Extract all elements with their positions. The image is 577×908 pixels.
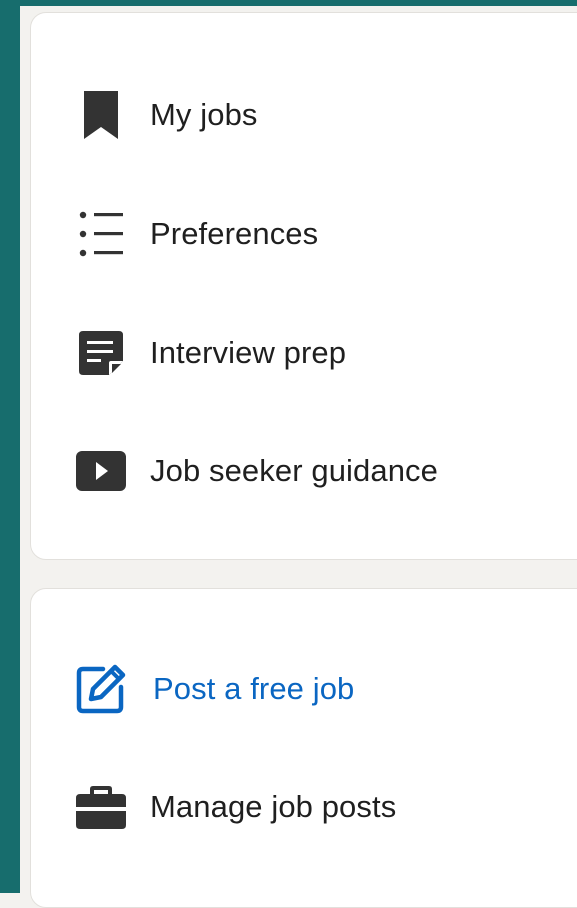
nav-item-preferences[interactable]: Preferences [31, 204, 571, 264]
video-play-icon [73, 443, 129, 499]
job-posting-card: Post a free job Manage job posts [30, 588, 577, 908]
note-icon [73, 325, 129, 381]
nav-item-post-free-job[interactable]: Post a free job [31, 659, 571, 719]
nav-item-job-seeker-guidance[interactable]: Job seeker guidance [31, 441, 571, 501]
edit-icon [73, 661, 129, 717]
bookmark-icon [73, 87, 129, 143]
nav-item-label: Manage job posts [150, 789, 397, 824]
background-strip [0, 0, 20, 893]
nav-item-my-jobs[interactable]: My jobs [31, 85, 571, 145]
nav-item-label: Job seeker guidance [150, 453, 438, 488]
briefcase-icon [73, 779, 129, 835]
nav-item-label: Interview prep [150, 335, 347, 370]
nav-item-manage-job-posts[interactable]: Manage job posts [31, 777, 571, 837]
background-top-strip [0, 0, 577, 6]
nav-item-label: My jobs [150, 97, 258, 132]
nav-item-interview-prep[interactable]: Interview prep [31, 323, 571, 383]
nav-item-label: Post a free job [153, 671, 355, 706]
list-icon [73, 206, 129, 262]
nav-item-label: Preferences [150, 216, 319, 251]
jobs-nav-card: My jobs Preferences Interview prep Job s… [30, 12, 577, 560]
